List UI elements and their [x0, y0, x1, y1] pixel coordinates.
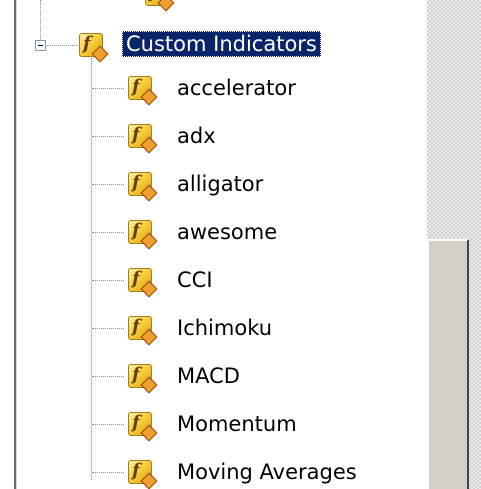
tree-connector — [92, 136, 124, 137]
vertical-scrollbar-thumb[interactable] — [427, 239, 469, 489]
tree-item-label: adx — [177, 124, 216, 148]
tree-connector — [92, 88, 124, 89]
tree-node-custom-indicators[interactable]: Custom Indicators — [122, 30, 321, 58]
tree-node-label: Custom Indicators — [122, 31, 321, 57]
function-icon: f — [79, 33, 109, 63]
function-icon: f — [128, 220, 158, 250]
tree-item-label: accelerator — [177, 76, 296, 100]
tree-connector — [92, 424, 124, 425]
function-icon: f — [128, 268, 158, 298]
tree-item-label: alligator — [177, 172, 264, 196]
function-icon: f — [128, 124, 158, 154]
tree-connector — [92, 472, 124, 473]
tree-connector — [92, 184, 124, 185]
tree-item-label: Ichimoku — [177, 316, 273, 340]
tree-connector — [40, 0, 41, 40]
tree-connector — [92, 328, 124, 329]
tree-connector — [47, 45, 77, 46]
function-icon: f — [128, 364, 158, 394]
navigator-panel: f f Custom Indicators facceleratorfadxfa… — [0, 0, 481, 489]
tree-item-label: MACD — [177, 364, 240, 388]
tree-connector — [91, 58, 92, 480]
collapse-icon[interactable] — [35, 40, 46, 51]
tree-item-label: CCI — [177, 268, 213, 292]
tree-item-label: Momentum — [177, 412, 297, 436]
function-icon: f — [128, 316, 158, 346]
navigator-tree: f f Custom Indicators facceleratorfadxfa… — [17, 0, 427, 489]
tree-connector — [92, 376, 124, 377]
tree-connector — [92, 232, 124, 233]
function-icon: f — [128, 76, 158, 106]
function-icon: f — [128, 412, 158, 442]
tree-item-label: Moving Averages — [177, 460, 357, 484]
function-icon: f — [128, 172, 158, 202]
function-icon: f — [128, 460, 158, 489]
function-icon: f — [145, 0, 175, 12]
tree-connector — [92, 280, 124, 281]
tree-item-label: awesome — [177, 220, 278, 244]
